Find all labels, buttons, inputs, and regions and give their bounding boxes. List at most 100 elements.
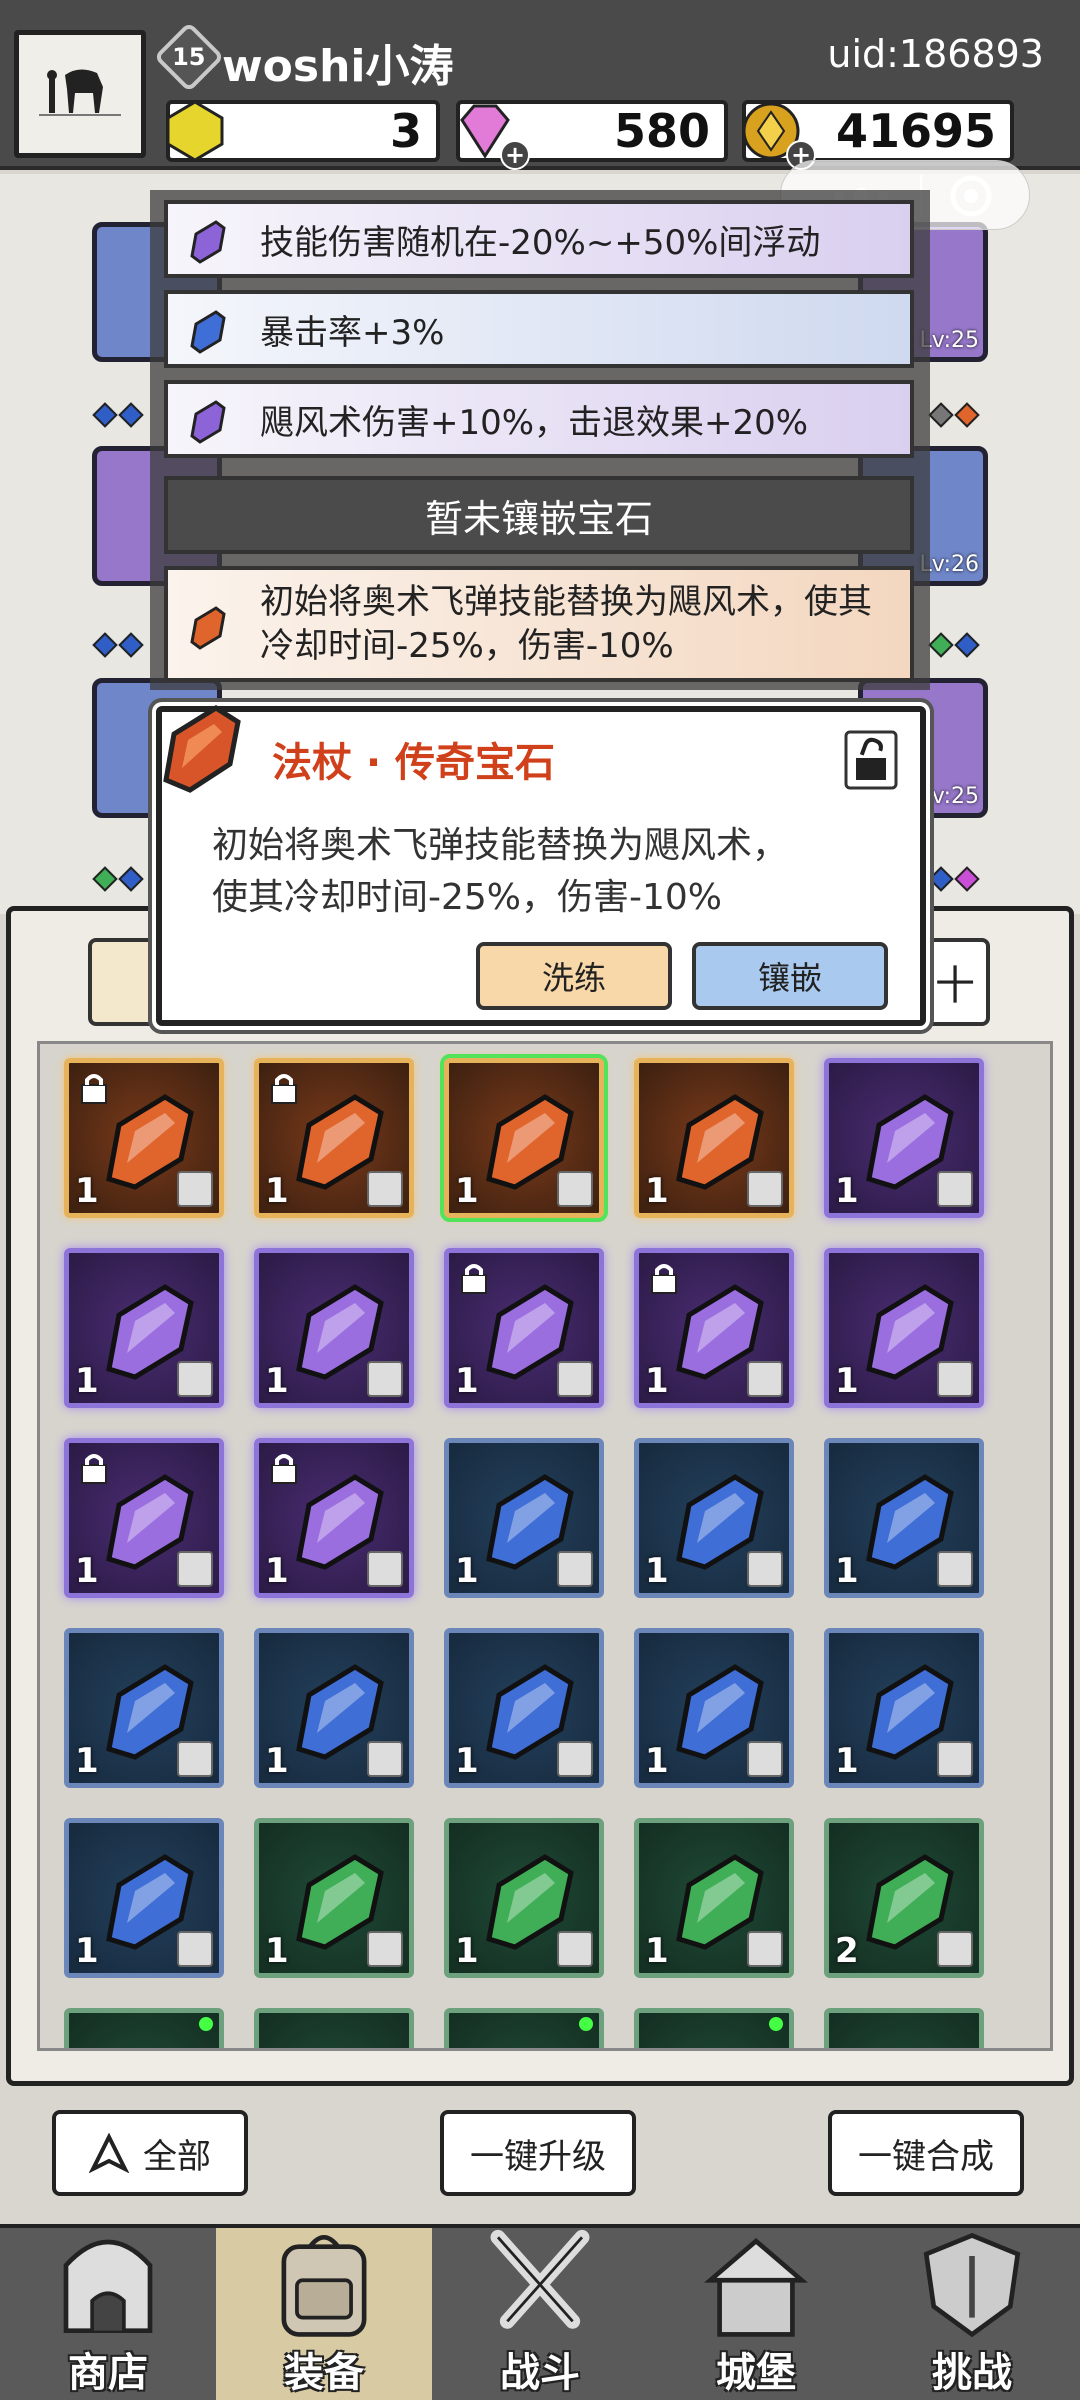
gem-cell[interactable]: 1 — [254, 1058, 414, 1218]
affix-row: 初始将奥术飞弹技能替换为飓风术，使其冷却时间-25%，伤害-10% — [164, 566, 914, 682]
gem-cell[interactable]: 2 — [824, 1818, 984, 1978]
gem-socket-indicators — [92, 632, 144, 658]
gem-quantity: 2 — [835, 1931, 859, 1971]
gem-quantity: 1 — [75, 1171, 99, 1211]
equipment-type-icon — [937, 1551, 973, 1587]
gem-cell[interactable]: 1 — [634, 1818, 794, 1978]
gem-cell[interactable] — [64, 2008, 224, 2048]
gem-cell[interactable]: 1 — [64, 1438, 224, 1598]
gem-cell[interactable]: 1 — [444, 1438, 604, 1598]
gem-inventory: 1 1 1 1 1 1 1 1 1 1 1 1 1 1 1 1 1 1 1 1 1 1 1 1 2 — [6, 906, 1074, 2086]
equipment-type-icon — [177, 1361, 213, 1397]
avatar[interactable] — [14, 30, 146, 158]
nav-castle[interactable]: 城堡 — [648, 2228, 864, 2400]
gem-cell[interactable]: 1 — [254, 1628, 414, 1788]
filter-all-label: 全部 — [143, 2136, 211, 2177]
equipment-type-icon — [367, 1171, 403, 1207]
popup-desc-line: 使其冷却时间-25%，伤害-10% — [212, 877, 723, 918]
gems-value: 580 — [613, 104, 710, 158]
gem-cell[interactable]: 1 — [254, 1818, 414, 1978]
gold-crystal-counter[interactable]: 3 — [166, 100, 440, 162]
coins-value: 41695 — [835, 104, 996, 158]
gem-cell[interactable]: 1 — [824, 1058, 984, 1218]
gem-quantity: 1 — [75, 1361, 99, 1401]
equipment-type-icon — [937, 1361, 973, 1397]
gem-quantity: 1 — [265, 1361, 289, 1401]
gem-cell[interactable]: 1 — [824, 1438, 984, 1598]
nav-battle[interactable]: 战斗 — [432, 2228, 648, 2400]
gem-cell[interactable] — [824, 2008, 984, 2048]
equipment-type-icon — [557, 1551, 593, 1587]
gem-quantity: 1 — [455, 1171, 479, 1211]
gem-quantity: 1 — [75, 1931, 99, 1971]
filter-all-button[interactable]: 全部 — [52, 2110, 248, 2196]
gem-cell[interactable]: 1 — [64, 1818, 224, 1978]
gem-cell[interactable]: 1 — [64, 1628, 224, 1788]
lock-icon — [81, 1074, 107, 1104]
one-click-upgrade-button[interactable]: 一键升级 — [440, 2110, 636, 2196]
gem-cell[interactable] — [444, 2008, 604, 2048]
nav-challenge[interactable]: 挑战 — [864, 2228, 1080, 2400]
add-gems-icon[interactable]: + — [500, 140, 530, 170]
popup-title: 法杖 · 传奇宝石 — [272, 740, 556, 786]
gem-cell[interactable]: 1 — [634, 1248, 794, 1408]
gem-socket-indicators — [92, 866, 144, 892]
gem-cell[interactable]: 1 — [634, 1628, 794, 1788]
gem-cell[interactable]: 1 — [444, 1248, 604, 1408]
affix-row: 技能伤害随机在-20%~+50%间浮动 — [164, 200, 914, 278]
equipment-type-icon — [177, 1931, 213, 1967]
lock-icon — [271, 1454, 297, 1484]
gem-quantity: 1 — [75, 1741, 99, 1781]
nav-label: 挑战 — [932, 2350, 1012, 2396]
gem-cell[interactable]: 1 — [634, 1058, 794, 1218]
category-tab-add[interactable]: 十 — [920, 938, 990, 1026]
equipment-type-icon — [367, 1741, 403, 1777]
lock-icon — [461, 1264, 487, 1294]
gem-quantity: 1 — [835, 1741, 859, 1781]
equipment-type-icon — [557, 1741, 593, 1777]
gem-quantity: 1 — [265, 1171, 289, 1211]
gems-counter[interactable]: + 580 — [456, 100, 728, 170]
gem-cell[interactable]: 1 — [444, 1628, 604, 1788]
nav-shop[interactable]: 商店 — [0, 2228, 216, 2400]
legendary-gem-icon — [163, 705, 241, 793]
gem-quantity: 1 — [645, 1171, 669, 1211]
equipment-type-icon — [937, 1171, 973, 1207]
gem-quantity: 1 — [835, 1361, 859, 1401]
nav-label: 装备 — [284, 2350, 364, 2396]
category-tab[interactable] — [88, 938, 158, 1026]
unlock-icon[interactable] — [844, 730, 898, 790]
gem-socket-indicators — [92, 402, 144, 428]
gem-cell[interactable]: 1 — [254, 1248, 414, 1408]
one-click-merge-button[interactable]: 一键合成 — [828, 2110, 1024, 2196]
new-indicator-dot — [769, 2017, 783, 2031]
gem-cell[interactable]: 1 — [824, 1628, 984, 1788]
castle-icon — [703, 2237, 809, 2337]
equipment-level: Lv:25 — [919, 784, 979, 809]
nav-label: 战斗 — [500, 2350, 580, 2396]
gem-quantity: 1 — [265, 1551, 289, 1591]
gem-quantity: 1 — [455, 1931, 479, 1971]
coins-counter[interactable]: + 41695 — [742, 100, 1014, 170]
gem-cell[interactable]: 1 — [824, 1248, 984, 1408]
nav-equipment[interactable]: 装备 — [216, 2228, 432, 2400]
gem-quantity: 1 — [835, 1551, 859, 1591]
gem-cell[interactable]: 1 — [444, 1818, 604, 1978]
wash-button[interactable]: 洗练 — [476, 942, 672, 1010]
gem-cell[interactable]: 1 — [254, 1438, 414, 1598]
bottom-nav: 商店 装备 战斗 城堡 挑战 — [0, 2224, 1080, 2400]
blue-gem-icon — [190, 310, 226, 354]
new-indicator-dot — [199, 2017, 213, 2031]
gem-cell[interactable]: 1 — [64, 1058, 224, 1218]
triangle-up-icon — [89, 2133, 129, 2173]
lock-icon — [651, 1264, 677, 1294]
crossed-swords-icon — [490, 2229, 590, 2329]
gem-cell[interactable] — [634, 2008, 794, 2048]
equipment-type-icon — [747, 1741, 783, 1777]
gem-cell[interactable]: 1 — [440, 1054, 608, 1222]
gem-cell[interactable]: 1 — [634, 1438, 794, 1598]
affix-text: 暴击率+3% — [260, 312, 445, 353]
inlay-button[interactable]: 镶嵌 — [692, 942, 888, 1010]
gem-cell[interactable] — [254, 2008, 414, 2048]
gem-cell[interactable]: 1 — [64, 1248, 224, 1408]
